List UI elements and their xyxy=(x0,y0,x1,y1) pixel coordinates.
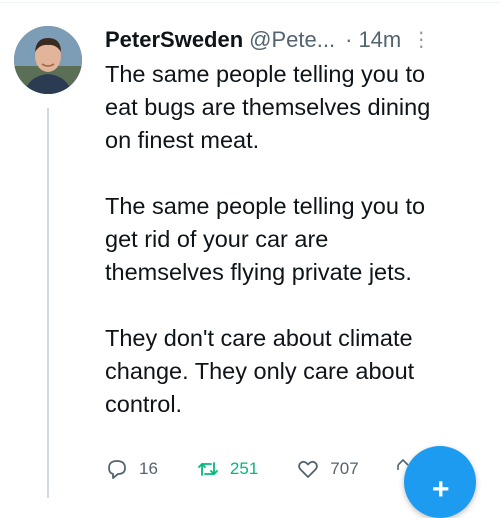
more-options-icon[interactable]: ⋮ xyxy=(411,22,431,58)
retweet-count: 251 xyxy=(229,459,259,478)
like-button[interactable]: 707 xyxy=(296,457,359,481)
retweet-button[interactable]: 251 xyxy=(196,457,258,481)
plus-icon: + xyxy=(432,473,450,506)
author-name[interactable]: PeterSweden xyxy=(105,22,243,58)
top-divider xyxy=(0,2,500,3)
author-handle[interactable]: @Pete... xyxy=(249,22,335,58)
tweet-action-bar: 16 251 707 xyxy=(105,454,397,484)
avatar-image xyxy=(14,26,82,94)
reply-icon xyxy=(108,460,126,479)
avatar[interactable] xyxy=(14,26,82,94)
compose-tweet-button[interactable]: + xyxy=(404,446,476,518)
heart-icon xyxy=(298,460,319,478)
tweet-header: PeterSweden @Pete... · 14m ⋮ xyxy=(105,22,488,58)
separator-dot: · xyxy=(345,27,353,52)
reply-button[interactable]: 16 xyxy=(105,457,158,481)
like-count: 707 xyxy=(330,459,359,478)
tweet-body-text: The same people telling you to eat bugs … xyxy=(105,61,431,417)
thread-connector-line xyxy=(47,108,49,498)
retweet-icon xyxy=(198,462,218,476)
reply-count: 16 xyxy=(139,459,158,478)
timestamp[interactable]: 14m xyxy=(358,22,401,58)
